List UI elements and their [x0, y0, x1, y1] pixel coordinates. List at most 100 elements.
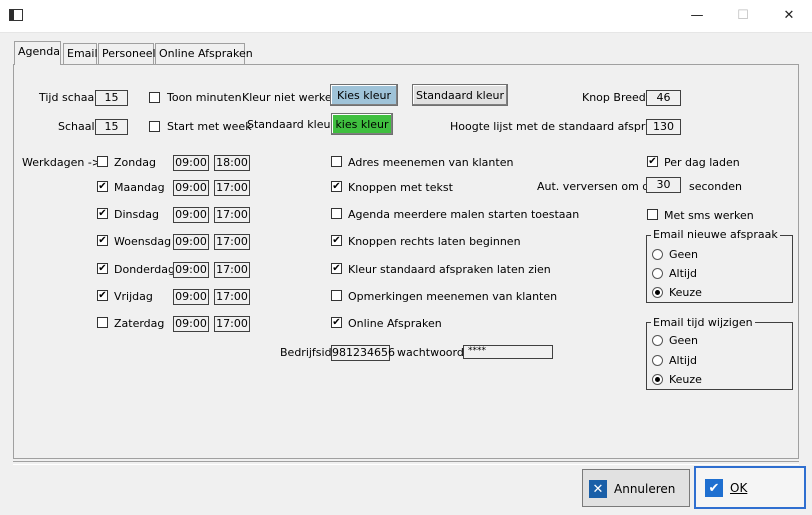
day-label: Zaterdag: [114, 317, 165, 330]
divider: [13, 461, 799, 465]
day-from-input[interactable]: 09:00: [173, 316, 209, 332]
checkmark-icon: ✔: [332, 263, 341, 274]
tijd-schaal-input[interactable]: 15: [95, 90, 128, 106]
met-sms-checkbox[interactable]: [647, 209, 658, 220]
option-checkbox-0[interactable]: [331, 156, 342, 167]
group1-radio-0[interactable]: [652, 249, 663, 260]
checkmark-icon: ✔: [332, 181, 341, 192]
checkmark-icon: ✔: [98, 181, 107, 192]
day-from-input[interactable]: 09:00: [173, 289, 209, 305]
day-checkbox-3[interactable]: ✔: [97, 235, 108, 246]
day-to-input[interactable]: 17:00: [214, 207, 250, 223]
per-dag-laden-label: Per dag laden: [664, 156, 740, 169]
day-checkbox-1[interactable]: ✔: [97, 181, 108, 192]
kies-kleur-button-2[interactable]: kies kleur: [331, 113, 393, 135]
group2-radio-2[interactable]: [652, 374, 663, 385]
start-met-week-checkbox[interactable]: [149, 121, 160, 132]
standaard-kleur-label: Standaard kleur: [247, 118, 335, 131]
day-from-input[interactable]: 09:00: [173, 180, 209, 196]
day-to-input[interactable]: 17:00: [214, 180, 250, 196]
tijd-schaal-label: Tijd schaal: [39, 91, 98, 104]
day-label: Vrijdag: [114, 290, 153, 303]
bedrijfsid-input[interactable]: 981234656: [331, 345, 395, 361]
option-checkbox-3[interactable]: ✔: [331, 235, 342, 246]
group1-radio-2[interactable]: [652, 287, 663, 298]
option-checkbox-6[interactable]: ✔: [331, 317, 342, 328]
cancel-x-icon: ✕: [589, 480, 607, 498]
option-checkbox-5[interactable]: [331, 290, 342, 301]
ok-button[interactable]: ✔ OK: [694, 466, 806, 509]
day-checkbox-2[interactable]: ✔: [97, 208, 108, 219]
kleur-niet-werken-label: Kleur niet werken: [242, 91, 339, 104]
checkmark-icon: ✔: [98, 235, 107, 246]
day-from-input[interactable]: 09:00: [173, 155, 209, 171]
day-label: Donderdag: [114, 263, 175, 276]
annuleren-button[interactable]: ✕ Annuleren: [582, 469, 690, 507]
knop-breed-input[interactable]: 46: [646, 90, 681, 106]
schaal-input[interactable]: 15: [95, 119, 128, 135]
day-label: Dinsdag: [114, 208, 159, 221]
group1-radio-1[interactable]: [652, 268, 663, 279]
met-sms-label: Met sms werken: [664, 209, 754, 222]
aut-verversen-label: Aut. verversen om de: [537, 180, 657, 193]
seconden-label: seconden: [689, 180, 742, 193]
day-checkbox-6[interactable]: [97, 317, 108, 328]
minimize-button[interactable]: —: [674, 0, 720, 31]
option-checkbox-1[interactable]: ✔: [331, 181, 342, 192]
option-label: Knoppen rechts laten beginnen: [348, 235, 521, 248]
group1-radio-label: Altijd: [669, 267, 697, 280]
day-to-input[interactable]: 17:00: [214, 262, 250, 278]
werkdagen-label: Werkdagen ->: [22, 156, 102, 169]
hoogte-lijst-input[interactable]: 130: [646, 119, 681, 135]
option-checkbox-4[interactable]: ✔: [331, 263, 342, 274]
day-to-input[interactable]: 17:00: [214, 289, 250, 305]
start-met-week-label: Start met week: [167, 120, 252, 133]
day-from-input[interactable]: 09:00: [173, 207, 209, 223]
title-bar: — ☐ ✕: [0, 0, 812, 33]
day-checkbox-4[interactable]: ✔: [97, 263, 108, 274]
toon-minuten-checkbox[interactable]: [149, 92, 160, 103]
kies-kleur-button-1[interactable]: Kies kleur: [330, 84, 398, 106]
group2-radio-label: Keuze: [669, 373, 702, 386]
group1-radio-label: Keuze: [669, 286, 702, 299]
tab-personeel[interactable]: Personeel: [98, 43, 156, 64]
option-label: Adres meenemen van klanten: [348, 156, 514, 169]
group2-radio-label: Altijd: [669, 354, 697, 367]
checkmark-icon: ✔: [98, 208, 107, 219]
day-from-input[interactable]: 09:00: [173, 234, 209, 250]
group2-radio-1[interactable]: [652, 355, 663, 366]
aut-verversen-input[interactable]: 30: [646, 177, 681, 193]
day-label: Woensdag: [114, 235, 172, 248]
tab-email[interactable]: Email: [63, 43, 98, 64]
wachtwoord-label: wachtwoord: [397, 346, 464, 359]
close-button[interactable]: ✕: [766, 0, 812, 31]
group1-radio-label: Geen: [669, 248, 699, 261]
toon-minuten-label: Toon minuten: [167, 91, 242, 104]
day-checkbox-0[interactable]: [97, 156, 108, 167]
option-label: Knoppen met tekst: [348, 181, 453, 194]
checkmark-icon: ✔: [332, 317, 341, 328]
day-to-input[interactable]: 17:00: [214, 234, 250, 250]
tab-online-afspraken[interactable]: Online Afspraken: [155, 43, 253, 64]
day-to-input[interactable]: 18:00: [214, 155, 250, 171]
option-label: Online Afspraken: [348, 317, 442, 330]
checkmark-icon: ✔: [98, 263, 107, 274]
tab-agenda[interactable]: Agenda: [14, 41, 61, 65]
check-icon: ✔: [705, 479, 723, 497]
day-to-input[interactable]: 17:00: [214, 316, 250, 332]
day-label: Zondag: [114, 156, 156, 169]
standaard-kleur-button[interactable]: Standaard kleur: [412, 84, 508, 106]
hoogte-lijst-label: Hoogte lijst met de standaard afspraken: [450, 120, 672, 133]
group2-radio-0[interactable]: [652, 335, 663, 346]
option-checkbox-2[interactable]: [331, 208, 342, 219]
checkmark-icon: ✔: [648, 156, 657, 167]
option-label: Agenda meerdere malen starten toestaan: [348, 208, 580, 221]
option-label: Kleur standaard afspraken laten zien: [348, 263, 551, 276]
email-nieuwe-afspraak-title: Email nieuwe afspraak: [651, 228, 780, 241]
group2-radio-label: Geen: [669, 334, 699, 347]
bedrijfsid-label: Bedrijfsid: [280, 346, 332, 359]
wachtwoord-input[interactable]: ****: [463, 345, 553, 359]
day-checkbox-5[interactable]: ✔: [97, 290, 108, 301]
day-from-input[interactable]: 09:00: [173, 262, 209, 278]
per-dag-laden-checkbox[interactable]: ✔: [647, 156, 658, 167]
